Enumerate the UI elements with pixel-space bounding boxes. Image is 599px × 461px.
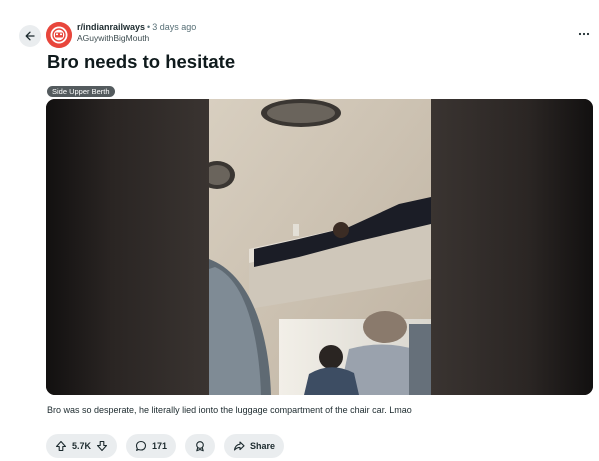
post-flair[interactable]: Side Upper Berth xyxy=(47,86,115,97)
comments-button[interactable]: 171 xyxy=(126,434,177,458)
train-interior-image xyxy=(209,99,431,395)
arrow-up-icon[interactable] xyxy=(55,440,67,452)
post-meta: r/indianrailways • 3 days ago AGuywithBigM… xyxy=(77,22,196,44)
more-horizontal-icon xyxy=(578,32,590,36)
author-link[interactable]: AGuywithBigMouth xyxy=(77,33,196,44)
share-label: Share xyxy=(250,441,276,451)
meta-separator: • xyxy=(147,22,151,32)
post-media[interactable] xyxy=(46,99,593,395)
subreddit-avatar[interactable] xyxy=(46,22,72,48)
more-options-button[interactable] xyxy=(574,26,594,42)
subreddit-link[interactable]: r/indianrailways xyxy=(77,22,145,32)
comment-icon xyxy=(135,440,147,451)
award-icon xyxy=(196,441,204,452)
arrow-left-icon xyxy=(25,31,35,41)
comment-count: 171 xyxy=(152,441,168,451)
post-title: Bro needs to hesitate xyxy=(47,51,236,72)
post-time: 3 days ago xyxy=(152,22,197,32)
railway-logo-icon xyxy=(46,22,72,48)
share-button[interactable]: Share xyxy=(224,434,285,458)
back-button[interactable] xyxy=(19,25,41,47)
upvote-count: 5.7K xyxy=(72,441,92,451)
video-frame[interactable] xyxy=(209,99,431,395)
post-caption: Bro was so desperate, he literally lied … xyxy=(47,405,412,415)
share-icon xyxy=(233,441,245,451)
award-button[interactable] xyxy=(185,434,216,458)
post-actions: 5.7K 171 Share xyxy=(46,434,293,458)
arrow-down-icon[interactable] xyxy=(96,440,108,452)
vote-bar: 5.7K xyxy=(46,434,118,458)
